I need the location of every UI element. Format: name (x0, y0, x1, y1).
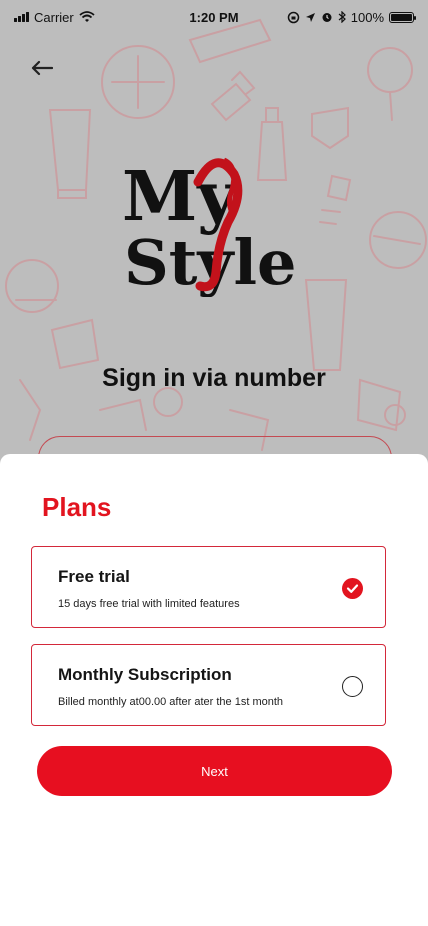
next-button[interactable]: Next (37, 746, 392, 796)
signal-icon (14, 12, 29, 22)
plan-card-free-trial[interactable]: Free trial 15 days free trial with limit… (31, 546, 386, 628)
battery-icon (389, 11, 416, 23)
alarm-icon (322, 13, 332, 22)
plan-card-monthly-subscription[interactable]: Monthly Subscription Billed monthly at00… (31, 644, 386, 726)
status-left: Carrier (14, 10, 95, 25)
plans-bottom-sheet: Plans Free trial 15 days free trial with… (0, 454, 428, 926)
battery-fill (391, 13, 412, 21)
plans-title: Plans (42, 492, 112, 522)
status-right: 100% (287, 9, 416, 25)
bluetooth-icon (338, 11, 346, 23)
screen-lock-icon (287, 11, 299, 23)
location-icon (305, 12, 315, 22)
plan-description: Billed monthly at00.00 after ater the 1s… (58, 696, 284, 708)
checkmark-icon (346, 584, 359, 593)
mystyle-logo: My Style (122, 157, 296, 297)
battery-percentage: 100% (350, 9, 384, 25)
plan-name: Free trial (58, 567, 130, 586)
status-time: 1:20 PM (189, 9, 239, 25)
plan-radio-unselected[interactable] (342, 676, 363, 697)
plan-radio-selected[interactable] (342, 578, 363, 599)
carrier-label: Carrier (34, 9, 74, 25)
wifi-icon (79, 11, 95, 22)
status-bar: Carrier 1:20 PM 100% (0, 0, 428, 34)
arrow-left-icon (31, 60, 53, 76)
plan-name: Monthly Subscription (58, 665, 232, 684)
logo-text-line1: My (122, 157, 239, 237)
plan-description: 15 days free trial with limited features (58, 598, 240, 610)
signin-title: Sign in via number (102, 364, 326, 392)
back-button[interactable] (28, 56, 56, 80)
